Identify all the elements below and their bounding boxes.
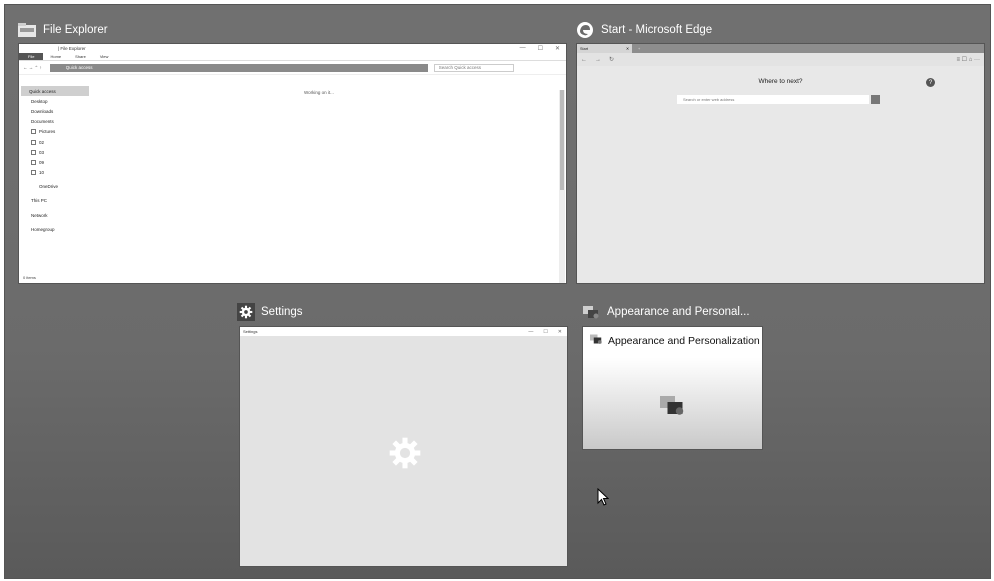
nav-item: This PC <box>31 198 48 204</box>
edge-toolbar: ← → ↻ ≡ ☐ ⌂ ··· <box>577 53 984 66</box>
where-to-next-heading: Where to next? <box>758 78 803 85</box>
forward-icon: → <box>595 56 601 63</box>
working-text: Working on it... <box>304 90 334 95</box>
status-bar: 0 items <box>23 275 36 280</box>
nav-item: Documents <box>31 119 54 125</box>
go-button <box>871 95 880 104</box>
gear-icon <box>237 303 255 321</box>
mouse-cursor-icon <box>597 487 610 511</box>
edge-thumbnail[interactable]: Start ✕ + ← → ↻ ≡ ☐ ⌂ ··· Where to next? … <box>576 43 985 284</box>
new-tab-icon: + <box>638 46 641 51</box>
appearance-thumbnail[interactable]: Appearance and Personalization <box>582 326 763 450</box>
edge-title[interactable]: Start - Microsoft Edge <box>575 19 712 41</box>
nav-item: Homegroup <box>31 226 55 232</box>
settings-title[interactable]: Settings <box>237 301 303 323</box>
nav-item: Quick access <box>21 86 89 97</box>
nav-item: 03 <box>21 147 89 157</box>
nav-item: Pictures <box>21 127 89 137</box>
appearance-title[interactable]: Appearance and Personal... <box>581 301 750 323</box>
tab-bar: Start ✕ + <box>577 44 984 53</box>
nav-item: Downloads <box>31 108 54 114</box>
title-text: | File Explorer <box>58 46 86 51</box>
nav-item: 02 <box>21 137 89 147</box>
ribbon: File Home Share View <box>19 53 566 61</box>
tab-start: Start ✕ <box>577 44 632 53</box>
ribbon-tab-file: File <box>19 53 44 60</box>
ribbon-tab-share: Share <box>75 54 86 59</box>
help-icon: ? <box>926 78 935 87</box>
ribbon-tab-home: Home <box>50 54 62 59</box>
file-explorer-thumbnail[interactable]: | File Explorer — ☐ ✕ File Home Share View… <box>18 43 567 284</box>
nav-item: 10 <box>21 168 89 178</box>
nav-item: Desktop <box>31 98 48 104</box>
appearance-large-icon <box>658 393 686 422</box>
search-input: Search or enter web address <box>677 95 869 104</box>
settings-window-title: Settings <box>243 329 258 334</box>
scrollbar <box>559 90 565 283</box>
search-box: Search Quick access <box>433 63 514 72</box>
folder-icon <box>17 21 37 39</box>
minimize-icon: — <box>519 45 526 51</box>
close-icon: ✕ <box>554 46 560 52</box>
maximize-icon: ☐ <box>537 46 543 52</box>
address-path: Quick access <box>49 63 428 72</box>
task-view: File Explorer | File Explorer — ☐ ✕ File H… <box>4 4 991 579</box>
appearance-small-icon <box>589 333 603 348</box>
file-explorer-title[interactable]: File Explorer <box>17 19 108 41</box>
hub-icon: ≡ ☐ ⌂ ··· <box>956 57 981 63</box>
settings-thumbnail[interactable]: Settings — ☐ ✕ <box>239 326 568 567</box>
back-icon: ← <box>581 56 587 63</box>
nav-item: OneDrive <box>39 184 59 190</box>
appearance-icon <box>581 303 601 321</box>
nav-arrows-icon: ← → ⌃ ↑ <box>23 64 42 70</box>
ribbon-tab-view: View <box>99 54 109 59</box>
nav-item: Network <box>31 212 48 218</box>
edge-icon <box>575 21 595 39</box>
navigation-pane: Quick access Desktop Downloads Documents… <box>21 86 89 234</box>
nav-item: 09 <box>21 157 89 167</box>
appearance-heading: Appearance and Personalization <box>608 334 760 347</box>
loading-gear-icon <box>388 436 422 475</box>
address-bar: ← → ⌃ ↑ Quick access Search Quick access <box>19 61 566 75</box>
refresh-icon: ↻ <box>609 57 615 63</box>
